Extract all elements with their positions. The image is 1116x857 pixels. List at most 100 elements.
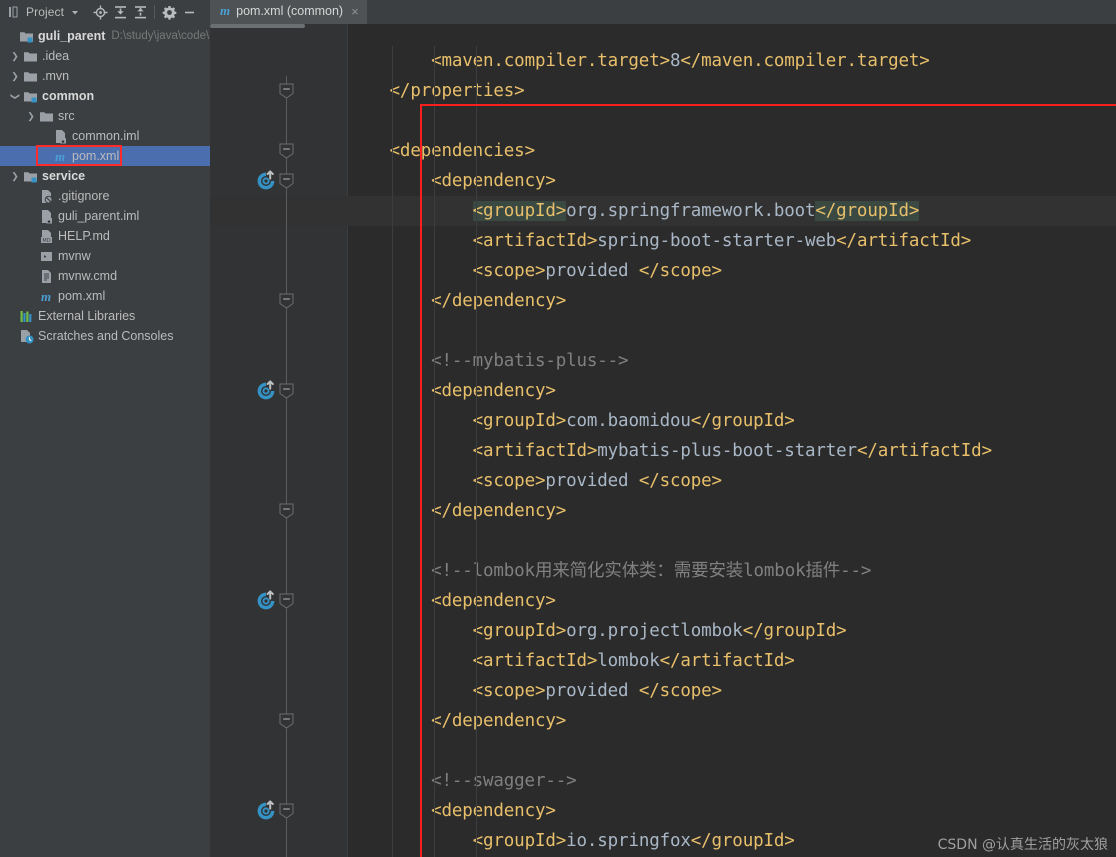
tree-item-label: mvnw.cmd bbox=[58, 268, 118, 283]
line-text: <!--swagger--> bbox=[348, 771, 577, 791]
iml-file-icon bbox=[52, 128, 68, 144]
chevron-right-icon[interactable]: ❯ bbox=[8, 71, 22, 82]
tree-item-mvn[interactable]: ❯ .mvn bbox=[0, 66, 210, 86]
close-icon[interactable]: × bbox=[351, 5, 359, 18]
code-line-19[interactable]: 19 bbox=[210, 106, 1116, 136]
maven-reimport-icon-line-42[interactable] bbox=[255, 800, 277, 822]
editor-tab-strip: m pom.xml (common) × bbox=[210, 0, 1116, 24]
maven-m-icon: m bbox=[54, 148, 66, 164]
project-toolwindow-header: Project bbox=[0, 0, 210, 24]
tree-item-mvnw-cmd[interactable]: mvnw.cmd bbox=[0, 266, 210, 286]
maven-m-icon: m bbox=[220, 3, 231, 18]
chevron-right-icon[interactable]: ❯ bbox=[8, 171, 22, 182]
code-line-34[interactable]: 34 <!--lombok用来简化实体类：需要安装lombok插件--> bbox=[210, 556, 1116, 586]
line-text: <dependency> bbox=[431, 171, 556, 191]
tree-item-guli-parent-iml[interactable]: guli_parent.iml bbox=[0, 206, 210, 226]
code-line-41[interactable]: 41 <!--swagger--> bbox=[210, 766, 1116, 796]
code-line-29[interactable]: 29 <groupId>com.baomidou</groupId> bbox=[210, 406, 1116, 436]
tree-item-help-md[interactable]: MD HELP.md bbox=[0, 226, 210, 246]
tree-item-pom-xml[interactable]: m pom.xml bbox=[0, 286, 210, 306]
code-line-40[interactable]: 40 bbox=[210, 736, 1116, 766]
code-line-23[interactable]: 23 <artifactId>spring-boot-starter-web</… bbox=[210, 226, 1116, 256]
maven-reimport-icon-line-21[interactable] bbox=[255, 170, 277, 192]
code-line-35[interactable]: 35 <dependency> bbox=[210, 586, 1116, 616]
tree-item-path: D:\study\java\code\ bbox=[111, 30, 210, 42]
tree-item-label: mvnw bbox=[58, 248, 91, 263]
main-area: guli_parent D:\study\java\code\ ❯ .idea ❯ .mv… bbox=[0, 24, 1116, 857]
horizontal-scrollbar[interactable] bbox=[210, 24, 305, 28]
indent-guide bbox=[392, 46, 393, 857]
code-line-26[interactable]: 26 bbox=[210, 316, 1116, 346]
code-line-27[interactable]: 27 <!--mybatis-plus--> bbox=[210, 346, 1116, 376]
tree-item-label: Scratches and Consoles bbox=[38, 328, 174, 343]
tree-item-external-libraries[interactable]: External Libraries bbox=[0, 306, 210, 326]
fold-marker-line-21[interactable] bbox=[279, 173, 294, 189]
expand-all-icon[interactable] bbox=[111, 3, 129, 21]
code-line-18[interactable]: 18 </properties> bbox=[210, 76, 1116, 106]
tree-item-label: External Libraries bbox=[38, 308, 136, 323]
tree-item-idea[interactable]: ❯ .idea bbox=[0, 46, 210, 66]
code-line-28[interactable]: 28 <dependency> bbox=[210, 376, 1116, 406]
fold-marker-line-28[interactable] bbox=[279, 383, 294, 399]
code-line-38[interactable]: 38 <scope>provided </scope> bbox=[210, 676, 1116, 706]
module-icon bbox=[22, 168, 38, 184]
gear-icon[interactable] bbox=[160, 3, 178, 21]
code-line-39[interactable]: 39 </dependency> bbox=[210, 706, 1116, 736]
module-icon bbox=[22, 88, 38, 104]
code-line-21[interactable]: 21 <dependency> bbox=[210, 166, 1116, 196]
chevron-right-icon[interactable]: ❯ bbox=[8, 51, 22, 62]
maven-reimport-icon-line-28[interactable] bbox=[255, 380, 277, 402]
folder-icon bbox=[38, 108, 54, 124]
line-text: <!--mybatis-plus--> bbox=[348, 351, 629, 371]
code-line-20[interactable]: 20 <dependencies> bbox=[210, 136, 1116, 166]
line-text: <dependency> bbox=[431, 381, 556, 401]
maven-reimport-icon-line-35[interactable] bbox=[255, 590, 277, 612]
code-editor[interactable]: 17 <maven.compiler.target>8</maven.compi… bbox=[210, 24, 1116, 857]
tree-item-common-iml[interactable]: common.iml bbox=[0, 126, 210, 146]
editor-tab-pom-xml[interactable]: m pom.xml (common) × bbox=[210, 0, 367, 24]
libraries-icon bbox=[18, 308, 34, 324]
tree-item-guli-parent[interactable]: guli_parent D:\study\java\code\ bbox=[0, 26, 210, 46]
code-line-30[interactable]: 30 <artifactId>mybatis-plus-boot-starter… bbox=[210, 436, 1116, 466]
iml-file-icon bbox=[38, 208, 54, 224]
fold-marker-line-20[interactable] bbox=[279, 143, 294, 159]
code-line-25[interactable]: 25 </dependency> bbox=[210, 286, 1116, 316]
fold-marker-line-32[interactable] bbox=[279, 503, 294, 519]
fold-marker-line-25[interactable] bbox=[279, 293, 294, 309]
code-line-32[interactable]: 32 </dependency> bbox=[210, 496, 1116, 526]
tree-item-label: src bbox=[58, 108, 75, 123]
collapse-all-icon[interactable] bbox=[131, 3, 149, 21]
code-line-31[interactable]: 31 <scope>provided </scope> bbox=[210, 466, 1116, 496]
chevron-down-icon[interactable] bbox=[66, 3, 84, 21]
code-line-17[interactable]: 17 <maven.compiler.target>8</maven.compi… bbox=[210, 46, 1116, 76]
line-text: <artifactId>spring-boot-starter-web</art… bbox=[472, 231, 972, 251]
fold-marker-line-39[interactable] bbox=[279, 713, 294, 729]
code-line-42[interactable]: 42 <dependency> bbox=[210, 796, 1116, 826]
code-line-37[interactable]: 37 <artifactId>lombok</artifactId> bbox=[210, 646, 1116, 676]
tree-item-scratches-and-consoles[interactable]: Scratches and Consoles bbox=[0, 326, 210, 346]
cmd-file-icon bbox=[38, 268, 54, 284]
idea-window: Project m pom.xml (common) × guli_parent… bbox=[0, 0, 1116, 857]
fold-marker-line-18[interactable] bbox=[279, 83, 294, 99]
locate-target-icon[interactable] bbox=[91, 3, 109, 21]
code-line-33[interactable]: 33 bbox=[210, 526, 1116, 556]
tree-item-gitignore[interactable]: .gitignore bbox=[0, 186, 210, 206]
indent-guide bbox=[476, 46, 477, 857]
line-text: </dependency> bbox=[431, 291, 567, 311]
code-line-22[interactable]: 22 <groupId>org.springframework.boot</gr… bbox=[210, 196, 1116, 226]
chevron-right-icon[interactable]: ❯ bbox=[24, 111, 38, 122]
fold-marker-line-42[interactable] bbox=[279, 803, 294, 819]
script-icon bbox=[38, 248, 54, 264]
tree-item-service[interactable]: ❯ service bbox=[0, 166, 210, 186]
code-line-36[interactable]: 36 <groupId>org.projectlombok</groupId> bbox=[210, 616, 1116, 646]
chevron-down-icon[interactable]: ❯ bbox=[10, 89, 21, 103]
tree-item-mvnw[interactable]: mvnw bbox=[0, 246, 210, 266]
code-line-24[interactable]: 24 <scope>provided </scope> bbox=[210, 256, 1116, 286]
tree-item-pom-xml[interactable]: m pom.xml bbox=[0, 146, 210, 166]
tree-item-common[interactable]: ❯ common bbox=[0, 86, 210, 106]
project-tree[interactable]: guli_parent D:\study\java\code\ ❯ .idea ❯ .mv… bbox=[0, 24, 210, 857]
minimize-icon[interactable] bbox=[180, 3, 198, 21]
project-toolwindow-title[interactable]: Project bbox=[24, 5, 64, 19]
fold-marker-line-35[interactable] bbox=[279, 593, 294, 609]
tree-item-src[interactable]: ❯ src bbox=[0, 106, 210, 126]
